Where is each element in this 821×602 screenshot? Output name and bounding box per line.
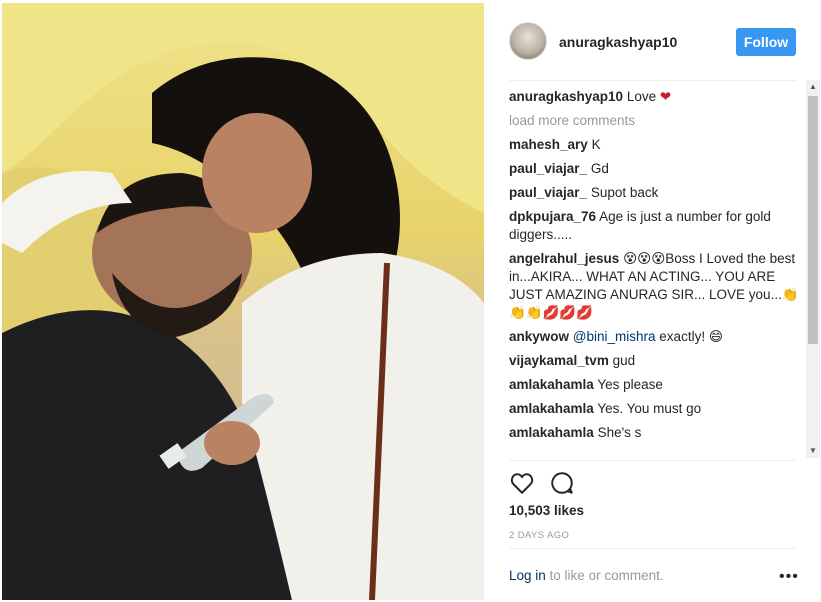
comments-list[interactable]: anuragkashyap10 Love ❤ load more comment…	[509, 88, 799, 456]
comment-item: vijaykamal_tvm gud	[509, 352, 799, 370]
comment-text: gud	[612, 353, 636, 368]
comment-item: paul_viajar_ Gd	[509, 160, 799, 178]
scroll-up-arrow-icon[interactable]: ▲	[806, 80, 820, 94]
comment-item: ankywow @bini_mishra exactly! 😄	[509, 328, 799, 346]
post-details-pane: anuragkashyap10 Follow anuragkashyap10 L…	[497, 0, 808, 602]
comment-text: Yes. You must go	[597, 401, 702, 416]
comment-bubble-icon[interactable]	[549, 470, 575, 496]
post-actions	[509, 470, 589, 496]
comment-item: amlakahamla Yes. You must go	[509, 400, 799, 418]
comment-author[interactable]: amlakahamla	[509, 425, 594, 440]
comment-item: paul_viajar_ Supot back	[509, 184, 799, 202]
photo-illustration	[2, 3, 484, 600]
comment-item: mahesh_ary K	[509, 136, 799, 154]
comment-text: She's s	[597, 425, 642, 440]
comment-item: amlakahamla Yes please	[509, 376, 799, 394]
header-divider	[509, 80, 796, 81]
comments-scrollbar[interactable]: ▲ ▼	[806, 80, 820, 458]
scroll-thumb[interactable]	[808, 96, 818, 344]
login-prompt: Log in to like or comment.	[509, 568, 797, 583]
post-photo[interactable]	[2, 3, 484, 600]
login-link[interactable]: Log in	[509, 568, 546, 583]
login-prompt-text: to like or comment.	[545, 568, 664, 583]
comment-item: amlakahamla She's s	[509, 424, 799, 442]
caption-author[interactable]: anuragkashyap10	[509, 89, 623, 104]
comment-text: Gd	[590, 161, 609, 176]
scroll-down-arrow-icon[interactable]: ▼	[806, 444, 820, 458]
comment-text: K	[591, 137, 601, 152]
comments-divider	[509, 460, 796, 461]
caption: anuragkashyap10 Love ❤	[509, 88, 799, 106]
comment-author[interactable]: dpkpujara_76	[509, 209, 596, 224]
avatar[interactable]	[509, 22, 547, 60]
comment-author[interactable]: angelrahul_jesus	[509, 251, 619, 266]
comment-text: Supot back	[590, 185, 659, 200]
post-modal: anuragkashyap10 Follow anuragkashyap10 L…	[0, 0, 821, 602]
comment-mention-link[interactable]: @bini_mishra	[573, 329, 656, 344]
comment-author[interactable]: ankywow	[509, 329, 569, 344]
comment-author[interactable]: paul_viajar_	[509, 161, 587, 176]
follow-button[interactable]: Follow	[736, 28, 796, 56]
footer-divider	[509, 548, 796, 549]
likes-count[interactable]: 10,503 likes	[509, 503, 584, 518]
comment-item: dpkpujara_76 Age is just a number for go…	[509, 208, 799, 244]
post-timestamp: 2 DAYS AGO	[509, 530, 570, 541]
comment-author[interactable]: mahesh_ary	[509, 137, 588, 152]
comment-item: angelrahul_jesus 😵😵😵Boss I Loved the bes…	[509, 250, 799, 322]
load-more-comments-link[interactable]: load more comments	[509, 112, 799, 130]
comment-author[interactable]: amlakahamla	[509, 401, 594, 416]
more-options-icon[interactable]: •••	[779, 568, 799, 586]
comment-author[interactable]: vijaykamal_tvm	[509, 353, 609, 368]
heart-outline-icon[interactable]	[509, 470, 535, 496]
comment-text: exactly! 😄	[659, 329, 723, 344]
comment-author[interactable]: paul_viajar_	[509, 185, 587, 200]
heart-emoji-icon: ❤	[659, 89, 672, 104]
comment-text: Yes please	[597, 377, 663, 392]
post-header: anuragkashyap10 Follow	[509, 22, 797, 62]
caption-text: Love	[626, 89, 657, 104]
author-username[interactable]: anuragkashyap10	[559, 34, 677, 50]
comment-author[interactable]: amlakahamla	[509, 377, 594, 392]
